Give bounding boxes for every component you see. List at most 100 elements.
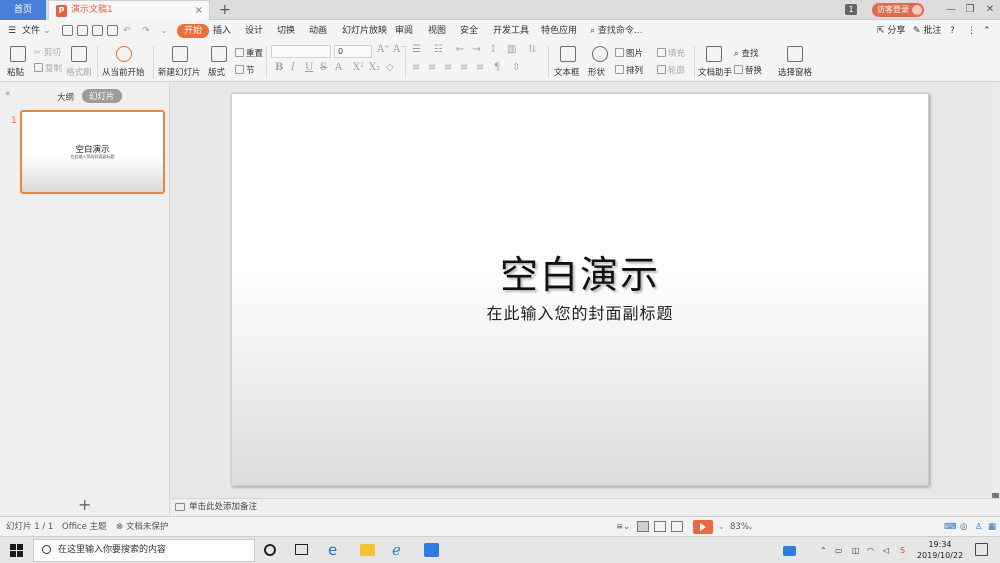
redo-icon[interactable]: ↷ xyxy=(142,20,150,42)
theme-name[interactable]: Office 主题 xyxy=(62,517,107,537)
tab-design[interactable]: 设计 xyxy=(245,20,263,42)
help-icon[interactable]: ? xyxy=(950,20,955,42)
window-count-badge[interactable]: 1 xyxy=(845,4,857,15)
ime-sogou-icon[interactable]: S xyxy=(900,537,905,563)
slide[interactable]: 空白演示 在此输入您的封面副标题 xyxy=(231,93,929,486)
tab-slideshow[interactable]: 幻灯片放映 xyxy=(342,20,387,42)
picture-button[interactable]: 图片 xyxy=(615,47,643,59)
numbered-list-icon[interactable]: ☷ xyxy=(434,44,443,55)
share-button[interactable]: ⇱ 分享 xyxy=(877,20,905,42)
bold-icon[interactable]: B xyxy=(275,62,283,73)
section-button[interactable]: 节 xyxy=(235,64,255,76)
wps-icon[interactable] xyxy=(424,543,439,557)
command-search[interactable]: ⌕ 查找命令... xyxy=(590,20,643,42)
font-name-combo[interactable] xyxy=(271,45,331,58)
tab-view[interactable]: 视图 xyxy=(428,20,446,42)
doc-assistant-button[interactable]: 文档助手 xyxy=(698,66,732,78)
find-button[interactable]: ⌕ 查找 xyxy=(734,47,758,59)
paste-button[interactable]: 粘贴 xyxy=(7,66,24,78)
slide-thumbnail[interactable]: 空白演示 在此输入您的封面副标题 xyxy=(20,110,165,194)
distribute-icon[interactable]: ≡ xyxy=(476,62,484,73)
italic-icon[interactable]: I xyxy=(291,62,295,73)
columns-icon[interactable]: ▥ xyxy=(507,44,516,55)
tab-security[interactable]: 安全 xyxy=(460,20,478,42)
copy-button[interactable]: 复制 xyxy=(34,62,62,74)
chevron-down-icon[interactable]: ⌄ xyxy=(43,20,51,42)
grid-icon[interactable]: ▦ xyxy=(988,517,996,537)
ie-icon[interactable]: ℯ xyxy=(392,542,408,558)
restore-button[interactable]: ❐ xyxy=(963,0,977,20)
font-size-combo[interactable]: 0 xyxy=(334,45,372,58)
align-right-icon[interactable]: ≡ xyxy=(444,62,452,73)
normal-view-icon[interactable] xyxy=(637,521,649,532)
bullet-list-icon[interactable]: ☰ xyxy=(412,44,421,55)
decrease-indent-icon[interactable]: ⇤ xyxy=(456,44,464,55)
decrease-font-icon[interactable]: A⁻ xyxy=(393,44,406,55)
align-left-icon[interactable]: ≡ xyxy=(412,62,420,73)
line-spacing-icon[interactable]: ↕ xyxy=(489,44,497,55)
subscript-icon[interactable]: X₂ xyxy=(369,62,380,73)
replace-button[interactable]: 替换 xyxy=(734,64,762,76)
slide-sorter-icon[interactable] xyxy=(654,521,666,532)
tab-home[interactable]: 首页 xyxy=(0,0,46,20)
quick-access-more-icon[interactable]: ⌄ xyxy=(160,20,168,42)
paste-icon[interactable] xyxy=(10,46,26,62)
cortana-icon[interactable] xyxy=(264,544,276,556)
tab-featured[interactable]: 特色应用 xyxy=(541,20,577,42)
close-window-button[interactable]: ✕ xyxy=(983,0,997,20)
edge-icon[interactable]: e xyxy=(328,542,344,558)
tray-arrow-icon[interactable]: ⌃ xyxy=(820,537,827,563)
export-icon[interactable] xyxy=(77,25,88,36)
tray-app-icon[interactable] xyxy=(783,546,796,556)
tab-start[interactable]: 开始 xyxy=(177,24,210,38)
network-icon[interactable]: ◫ xyxy=(852,537,860,563)
tab-outline[interactable]: 大纲 xyxy=(57,91,74,103)
tab-slides[interactable]: 幻灯片 xyxy=(82,89,122,103)
play-options-icon[interactable]: ⌄ xyxy=(718,517,725,537)
taskbar-clock[interactable]: 19:34 2019/10/22 xyxy=(914,539,966,561)
visitor-login-button[interactable]: 访客登录 xyxy=(872,3,924,17)
add-tab-button[interactable]: + xyxy=(219,0,231,20)
paragraph-settings-icon[interactable]: ¶ xyxy=(494,62,500,73)
layout-icon[interactable] xyxy=(211,46,227,62)
select-pane-icon[interactable] xyxy=(787,46,803,62)
text-direction-icon[interactable]: ⇅ xyxy=(528,44,536,55)
shirt-icon[interactable]: ♙ xyxy=(975,517,983,537)
outline-button[interactable]: 轮廓 xyxy=(657,64,685,76)
play-slideshow-button[interactable] xyxy=(693,520,713,534)
from-current-button[interactable]: 从当前开始 xyxy=(102,66,145,78)
reading-view-icon[interactable] xyxy=(671,521,683,532)
ime-icon[interactable]: ◎ xyxy=(960,517,967,537)
file-explorer-icon[interactable] xyxy=(360,544,375,556)
collapse-panel-icon[interactable]: « xyxy=(5,89,11,99)
print-preview-icon[interactable] xyxy=(107,25,118,36)
justify-icon[interactable]: ≡ xyxy=(460,62,468,73)
save-icon[interactable] xyxy=(62,25,73,36)
minimize-button[interactable]: — xyxy=(944,0,958,20)
shape-icon[interactable] xyxy=(592,46,608,62)
notes-bar[interactable]: 单击此处添加备注 xyxy=(171,498,1000,516)
more-options-icon[interactable]: ⋮ xyxy=(967,20,976,42)
increase-font-icon[interactable]: A⁺ xyxy=(377,44,390,55)
play-from-current-icon[interactable] xyxy=(116,46,132,62)
comment-button[interactable]: ✎ 批注 xyxy=(913,20,941,42)
tab-document[interactable]: P 演示文稿1 × xyxy=(48,0,210,20)
tab-developer[interactable]: 开发工具 xyxy=(493,20,529,42)
font-color-icon[interactable]: A xyxy=(335,62,342,73)
collapse-ribbon-icon[interactable]: ⌃ xyxy=(983,20,991,42)
arrange-button[interactable]: 排列 xyxy=(615,64,643,76)
undo-icon[interactable]: ↶ xyxy=(123,20,131,42)
strikethrough-icon[interactable]: S xyxy=(320,62,327,73)
fill-button[interactable]: 填充 xyxy=(657,47,685,59)
menu-file[interactable]: 文件 xyxy=(22,20,40,42)
keyboard-icon[interactable]: ⌨ xyxy=(944,517,956,537)
cut-button[interactable]: ✂ 剪切 xyxy=(34,46,61,58)
notes-toggle-icon[interactable]: ≡⌄ xyxy=(616,517,630,537)
format-painter-icon[interactable] xyxy=(71,46,87,62)
tab-animation[interactable]: 动画 xyxy=(309,20,327,42)
select-pane-button[interactable]: 选择窗格 xyxy=(778,66,812,78)
taskbar-search-input[interactable]: 在这里输入你要搜索的内容 xyxy=(33,539,255,562)
superscript-icon[interactable]: X² xyxy=(353,62,364,73)
add-slide-button[interactable]: + xyxy=(78,495,91,514)
protection-status[interactable]: ⊗ 文档未保护 xyxy=(116,517,168,537)
